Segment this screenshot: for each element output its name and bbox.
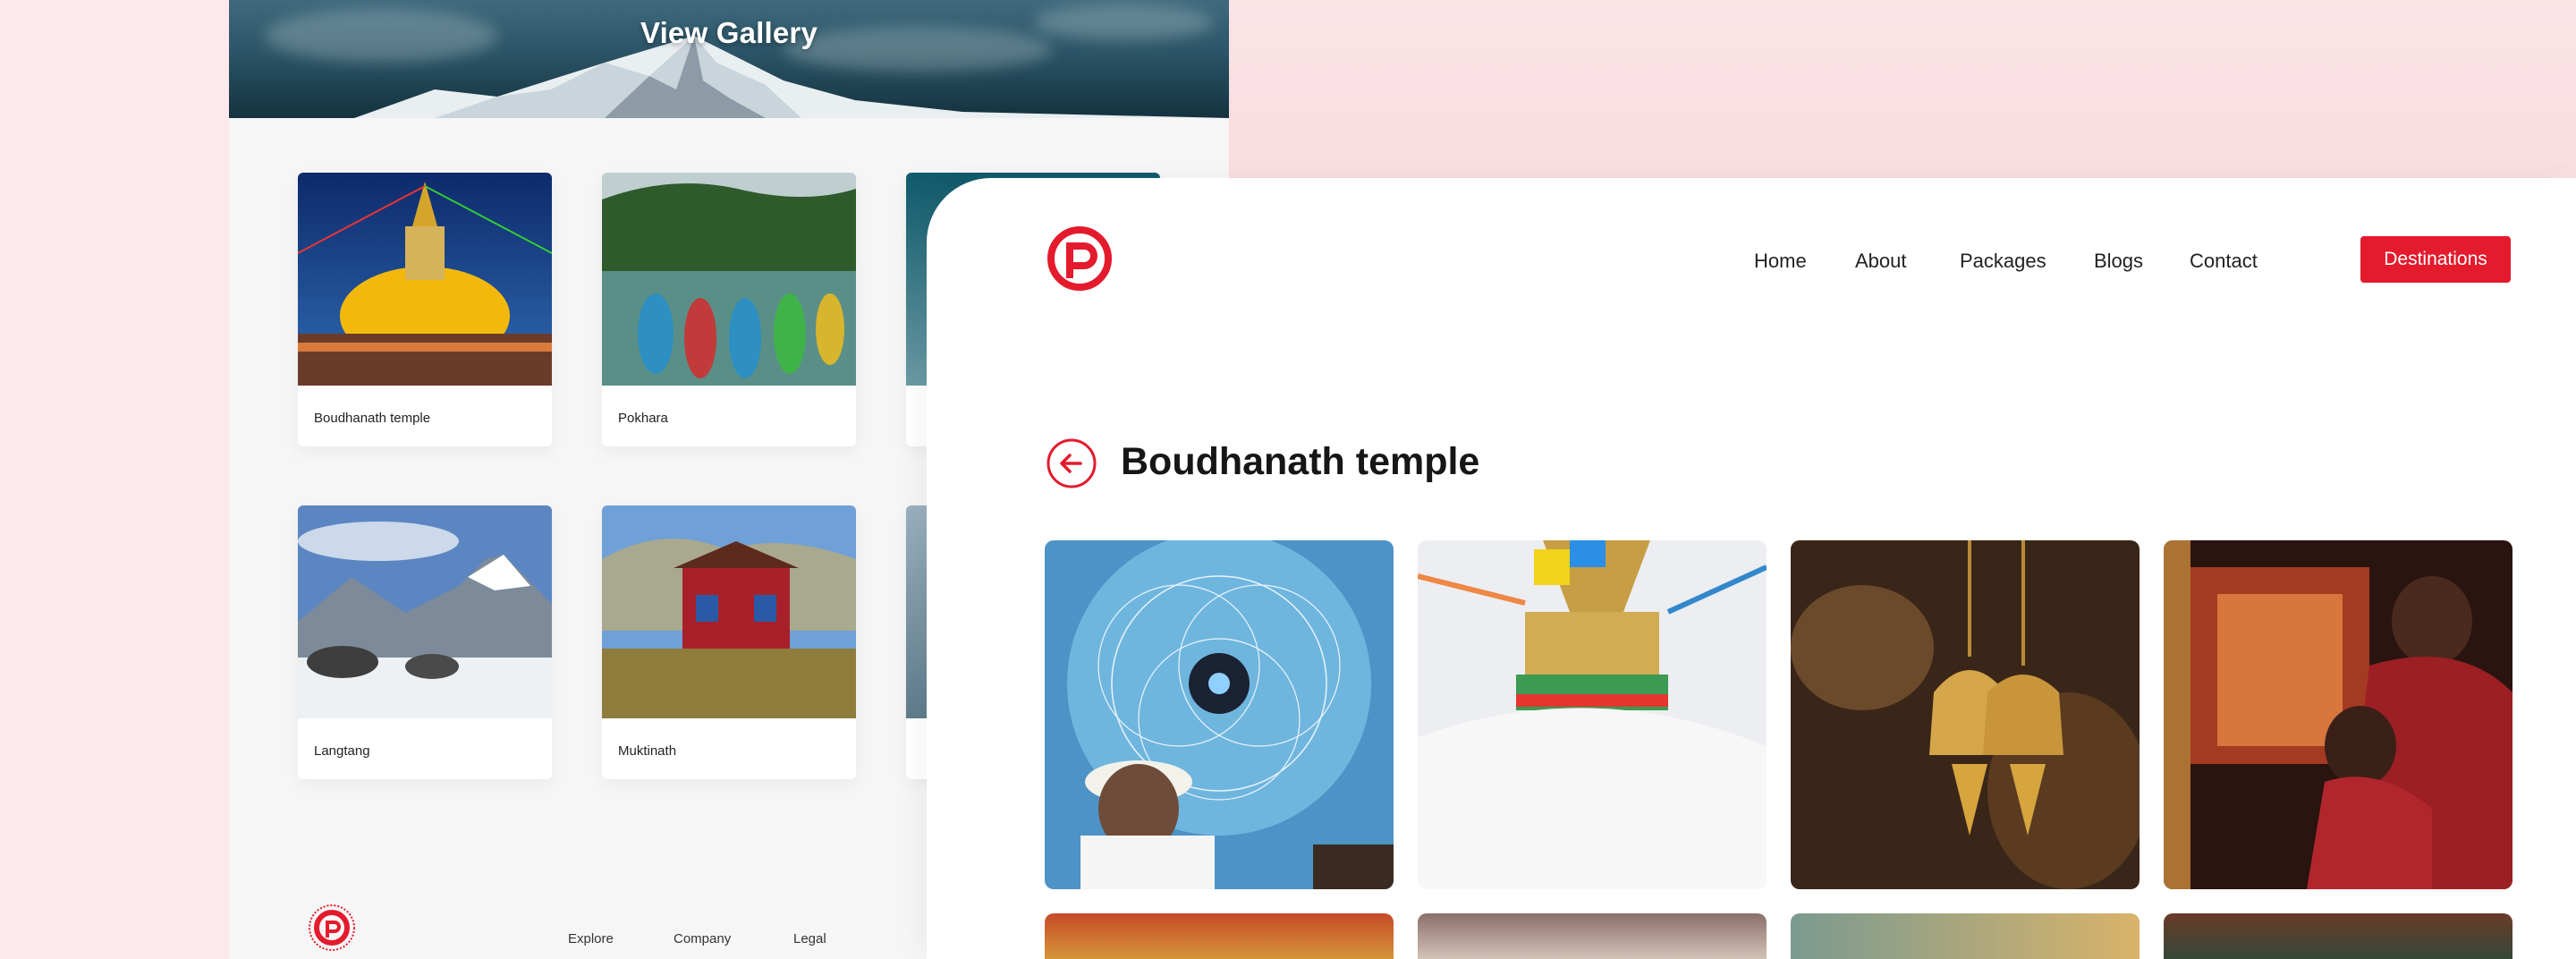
footer-logo-icon[interactable] bbox=[308, 904, 356, 952]
card-label: Pokhara bbox=[618, 411, 668, 426]
gallery-card-langtang[interactable]: Langtang bbox=[298, 505, 552, 779]
temple-gate-photo[interactable] bbox=[1045, 913, 1394, 959]
footer-link-legal[interactable]: Legal bbox=[793, 931, 826, 946]
monks-praying-photo[interactable] bbox=[2164, 540, 2512, 889]
boudhanath-stupa-photo bbox=[298, 173, 552, 386]
mandala-painter-photo[interactable] bbox=[1045, 540, 1394, 889]
card-label: Langtang bbox=[314, 743, 370, 759]
destinations-button[interactable]: Destinations bbox=[2360, 236, 2511, 283]
card-label: Muktinath bbox=[618, 743, 677, 759]
nav-packages[interactable]: Packages bbox=[1960, 250, 2046, 273]
gallery-card-pokhara[interactable]: Pokhara bbox=[602, 173, 856, 446]
background-tint bbox=[1229, 0, 2576, 179]
footer-link-company[interactable]: Company bbox=[674, 931, 731, 946]
brass-bells-photo[interactable] bbox=[1791, 540, 2140, 889]
gallery-title: View Gallery bbox=[640, 16, 818, 49]
gallery-card-boudhanath[interactable]: Boudhanath temple bbox=[298, 173, 552, 446]
gallery-card-muktinath[interactable]: Muktinath bbox=[602, 505, 856, 779]
footer-link-explore[interactable]: Explore bbox=[568, 931, 614, 946]
nav-blogs[interactable]: Blogs bbox=[2094, 250, 2143, 273]
nav-contact[interactable]: Contact bbox=[2190, 250, 2258, 273]
brand-logo-icon[interactable] bbox=[1046, 225, 1113, 293]
stupa-prayer-flags-photo[interactable] bbox=[1418, 540, 1767, 889]
gallery-hero-banner: View Gallery bbox=[229, 0, 1229, 118]
detail-page: Home About Packages Blogs Contact Destin… bbox=[927, 178, 2576, 959]
page-title: Boudhanath temple bbox=[1121, 440, 1480, 483]
langtang-mountains-photo bbox=[298, 505, 552, 718]
blurred-warm-photo[interactable] bbox=[1791, 913, 2140, 959]
muktinath-monastery-photo bbox=[602, 505, 856, 718]
crowd-photo[interactable] bbox=[1418, 913, 1767, 959]
nav-about[interactable]: About bbox=[1855, 250, 1907, 273]
pokhara-boats-photo bbox=[602, 173, 856, 386]
building-photo[interactable] bbox=[2164, 913, 2512, 959]
arrow-left-circle-icon[interactable] bbox=[1046, 438, 1097, 488]
nav-home[interactable]: Home bbox=[1754, 250, 1807, 273]
card-label: Boudhanath temple bbox=[314, 411, 431, 426]
